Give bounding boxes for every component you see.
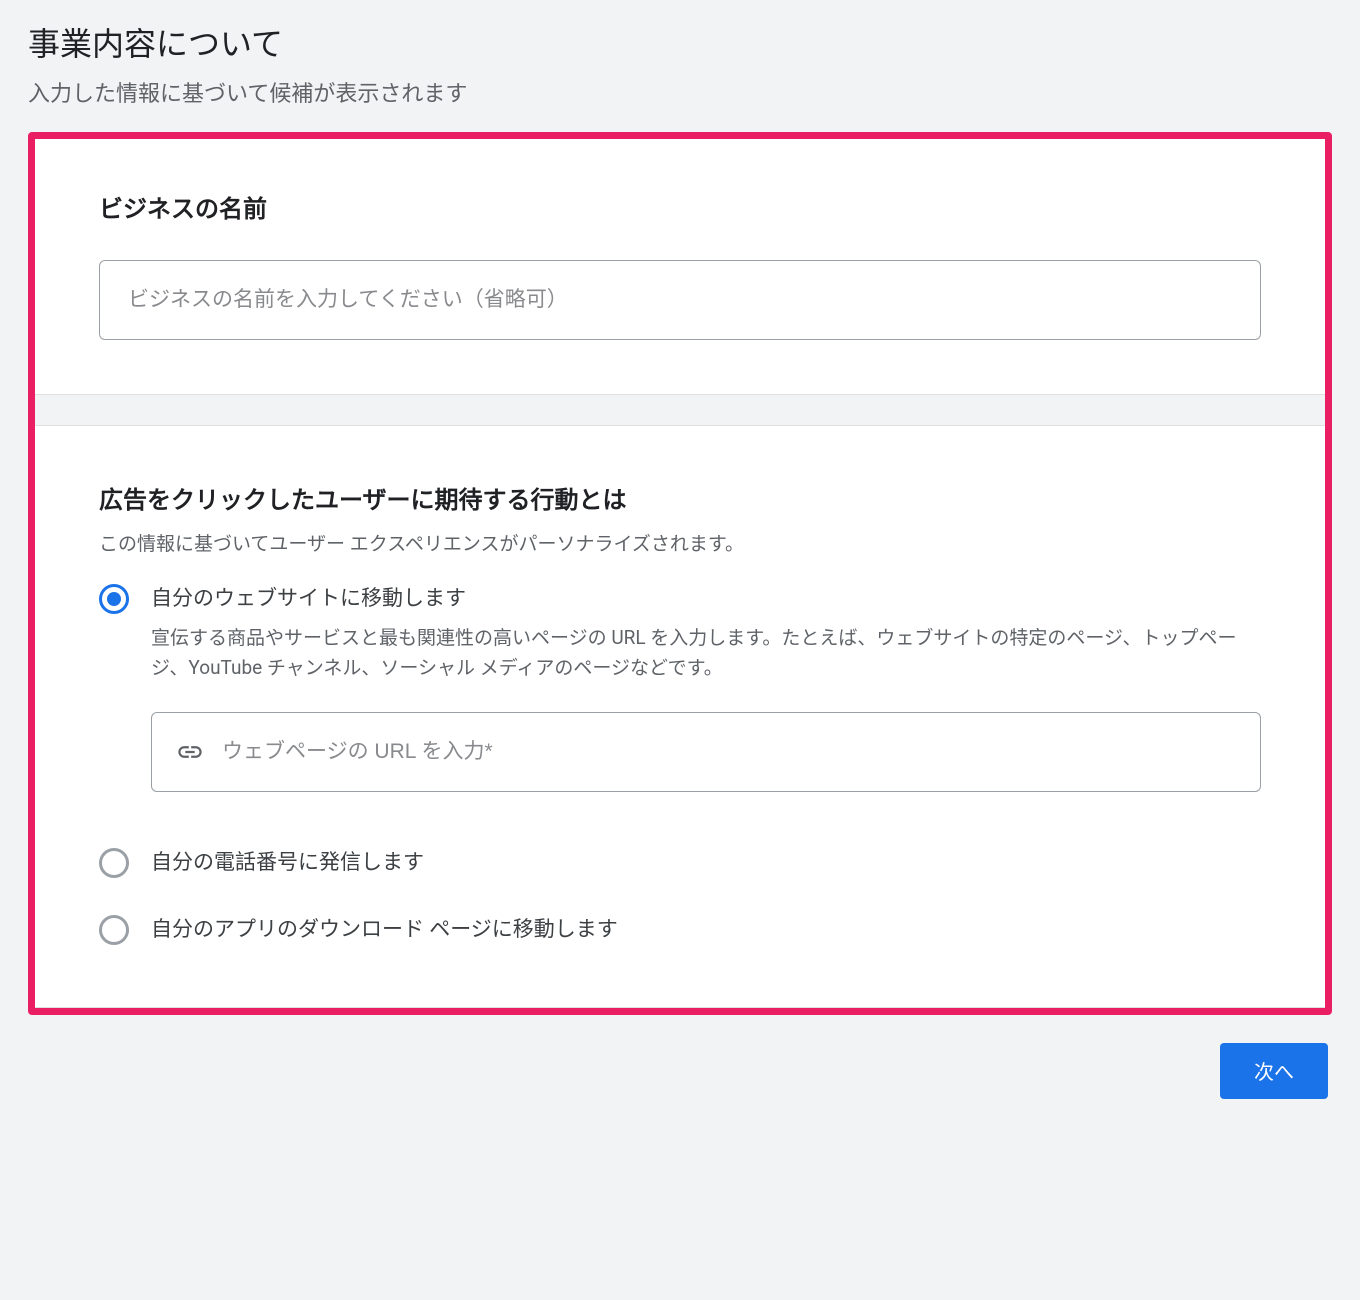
- card-gap: [35, 395, 1325, 425]
- user-action-subheading: この情報に基づいてユーザー エクスペリエンスがパーソナライズされます。: [99, 529, 1261, 556]
- radio-button-app[interactable]: [99, 915, 129, 945]
- highlighted-panel: ビジネスの名前 広告をクリックしたユーザーに期待する行動とは この情報に基づいて…: [28, 132, 1332, 1015]
- radio-label-phone: 自分の電話番号に発信します: [151, 848, 1261, 880]
- radio-description-website: 宣伝する商品やサービスと最も関連性の高いページの URL を入力します。たとえば…: [151, 623, 1261, 684]
- radio-option-app[interactable]: 自分のアプリのダウンロード ページに移動します: [99, 915, 1261, 947]
- user-action-card: 広告をクリックしたユーザーに期待する行動とは この情報に基づいてユーザー エクス…: [35, 425, 1325, 1008]
- radio-label-app: 自分のアプリのダウンロード ページに移動します: [151, 915, 1261, 947]
- radio-option-phone[interactable]: 自分の電話番号に発信します: [99, 848, 1261, 880]
- next-button[interactable]: 次へ: [1220, 1043, 1328, 1099]
- page-title: 事業内容について: [28, 24, 1332, 66]
- url-input[interactable]: [222, 740, 1236, 764]
- radio-label-website: 自分のウェブサイトに移動します: [151, 584, 1261, 616]
- business-name-card: ビジネスの名前: [35, 139, 1325, 395]
- radio-option-website[interactable]: 自分のウェブサイトに移動します 宣伝する商品やサービスと最も関連性の高いページの…: [99, 584, 1261, 792]
- radio-button-phone[interactable]: [99, 848, 129, 878]
- business-name-input[interactable]: [99, 260, 1261, 340]
- footer: 次へ: [28, 1015, 1332, 1099]
- page-subtitle: 入力した情報に基づいて候補が表示されます: [28, 76, 1332, 108]
- radio-button-website[interactable]: [99, 584, 129, 614]
- user-action-heading: 広告をクリックしたユーザーに期待する行動とは: [99, 480, 1261, 515]
- link-icon: [176, 738, 204, 766]
- business-name-heading: ビジネスの名前: [99, 189, 1261, 224]
- url-field-container[interactable]: [151, 712, 1261, 792]
